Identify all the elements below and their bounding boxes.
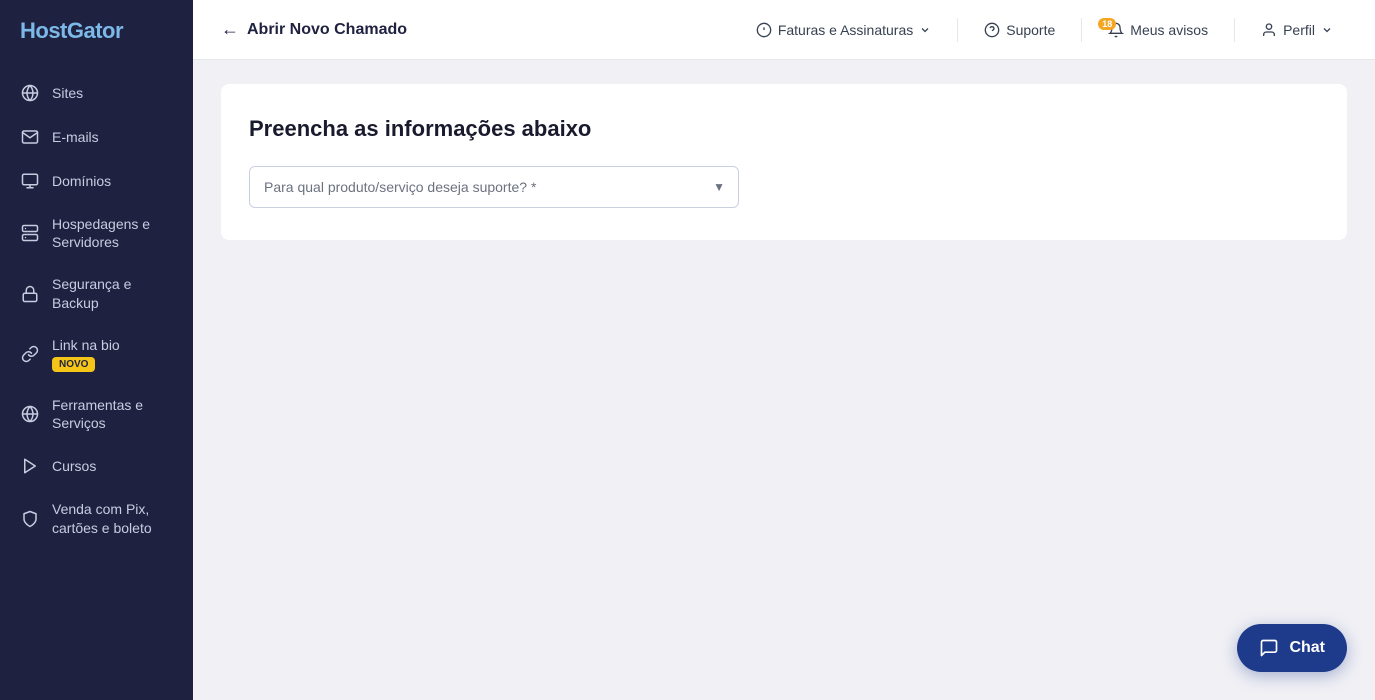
- lock-icon: [20, 284, 40, 304]
- sidebar-item-label: Segurança e Backup: [52, 275, 173, 311]
- suporte-label: Suporte: [1006, 22, 1055, 38]
- product-select[interactable]: Para qual produto/serviço deseja suporte…: [249, 166, 739, 208]
- faturas-chevron-icon: [919, 24, 931, 36]
- tools-icon: [20, 404, 40, 424]
- sidebar-item-venda[interactable]: Venda com Pix, cartões e boleto: [0, 489, 193, 547]
- sidebar-item-label: Link na bio: [52, 336, 120, 354]
- sidebar-item-label: Sites: [52, 84, 83, 102]
- perfil-label: Perfil: [1283, 22, 1315, 38]
- sidebar-item-hospedagens[interactable]: Hospedagens e Servidores: [0, 204, 193, 262]
- product-select-wrapper: Para qual produto/serviço deseja suporte…: [249, 166, 739, 208]
- brand-logo[interactable]: HostGator: [0, 0, 193, 62]
- content-area: Preencha as informações abaixo Para qual…: [193, 60, 1375, 700]
- chat-button[interactable]: Chat: [1237, 624, 1347, 672]
- chat-icon: [1259, 638, 1279, 658]
- sidebar-item-label: Ferramentas e Serviços: [52, 396, 173, 432]
- form-title: Preencha as informações abaixo: [249, 116, 1319, 142]
- sidebar-item-label: Hospedagens e Servidores: [52, 215, 173, 251]
- user-icon: [1261, 22, 1277, 38]
- sidebar-nav: Sites E-mails Domínios Hospedagens e Ser…: [0, 62, 193, 558]
- novo-badge: NOVO: [52, 357, 95, 372]
- page-title: Abrir Novo Chamado: [247, 21, 407, 39]
- topbar: ← Abrir Novo Chamado Faturas e Assinatur…: [193, 0, 1375, 60]
- globe-icon: [20, 83, 40, 103]
- avisos-button[interactable]: 18 Meus avisos: [1094, 14, 1222, 46]
- sidebar-item-linknabio-content: Link na bio NOVO: [52, 336, 120, 372]
- sidebar-item-sites[interactable]: Sites: [0, 72, 193, 114]
- topbar-actions: Faturas e Assinaturas Suporte 18 Meus av…: [742, 14, 1347, 46]
- sidebar: HostGator Sites E-mails Domínios Hosped: [0, 0, 193, 700]
- form-card: Preencha as informações abaixo Para qual…: [221, 84, 1347, 240]
- shield-icon: [20, 509, 40, 529]
- sidebar-item-emails[interactable]: E-mails: [0, 116, 193, 158]
- suporte-button[interactable]: Suporte: [970, 14, 1069, 46]
- suporte-icon: [984, 22, 1000, 38]
- topbar-divider3: [1234, 18, 1235, 42]
- domain-icon: [20, 171, 40, 191]
- sidebar-item-label: Cursos: [52, 457, 96, 475]
- server-icon: [20, 223, 40, 243]
- link-icon: [20, 344, 40, 364]
- back-arrow-icon: ←: [221, 19, 239, 40]
- sidebar-item-ferramentas[interactable]: Ferramentas e Serviços: [0, 385, 193, 443]
- perfil-button[interactable]: Perfil: [1247, 14, 1347, 46]
- sidebar-item-label: Domínios: [52, 172, 111, 190]
- sidebar-item-label: E-mails: [52, 128, 99, 146]
- notification-badge: 18: [1098, 18, 1116, 30]
- chat-label: Chat: [1289, 639, 1325, 657]
- avisos-label: Meus avisos: [1130, 22, 1208, 38]
- sidebar-item-linknabio[interactable]: Link na bio NOVO: [0, 325, 193, 383]
- faturas-label: Faturas e Assinaturas: [778, 22, 913, 38]
- perfil-chevron-icon: [1321, 24, 1333, 36]
- faturas-button[interactable]: Faturas e Assinaturas: [742, 14, 945, 46]
- sidebar-item-dominios[interactable]: Domínios: [0, 160, 193, 202]
- back-button[interactable]: ← Abrir Novo Chamado: [221, 19, 407, 40]
- sidebar-item-label: Venda com Pix, cartões e boleto: [52, 500, 173, 536]
- topbar-divider2: [1081, 18, 1082, 42]
- play-icon: [20, 456, 40, 476]
- main-area: ← Abrir Novo Chamado Faturas e Assinatur…: [193, 0, 1375, 700]
- email-icon: [20, 127, 40, 147]
- sidebar-item-cursos[interactable]: Cursos: [0, 445, 193, 487]
- faturas-icon: [756, 22, 772, 38]
- notif-wrapper: 18: [1108, 22, 1124, 38]
- sidebar-item-seguranca[interactable]: Segurança e Backup: [0, 264, 193, 322]
- topbar-divider: [957, 18, 958, 42]
